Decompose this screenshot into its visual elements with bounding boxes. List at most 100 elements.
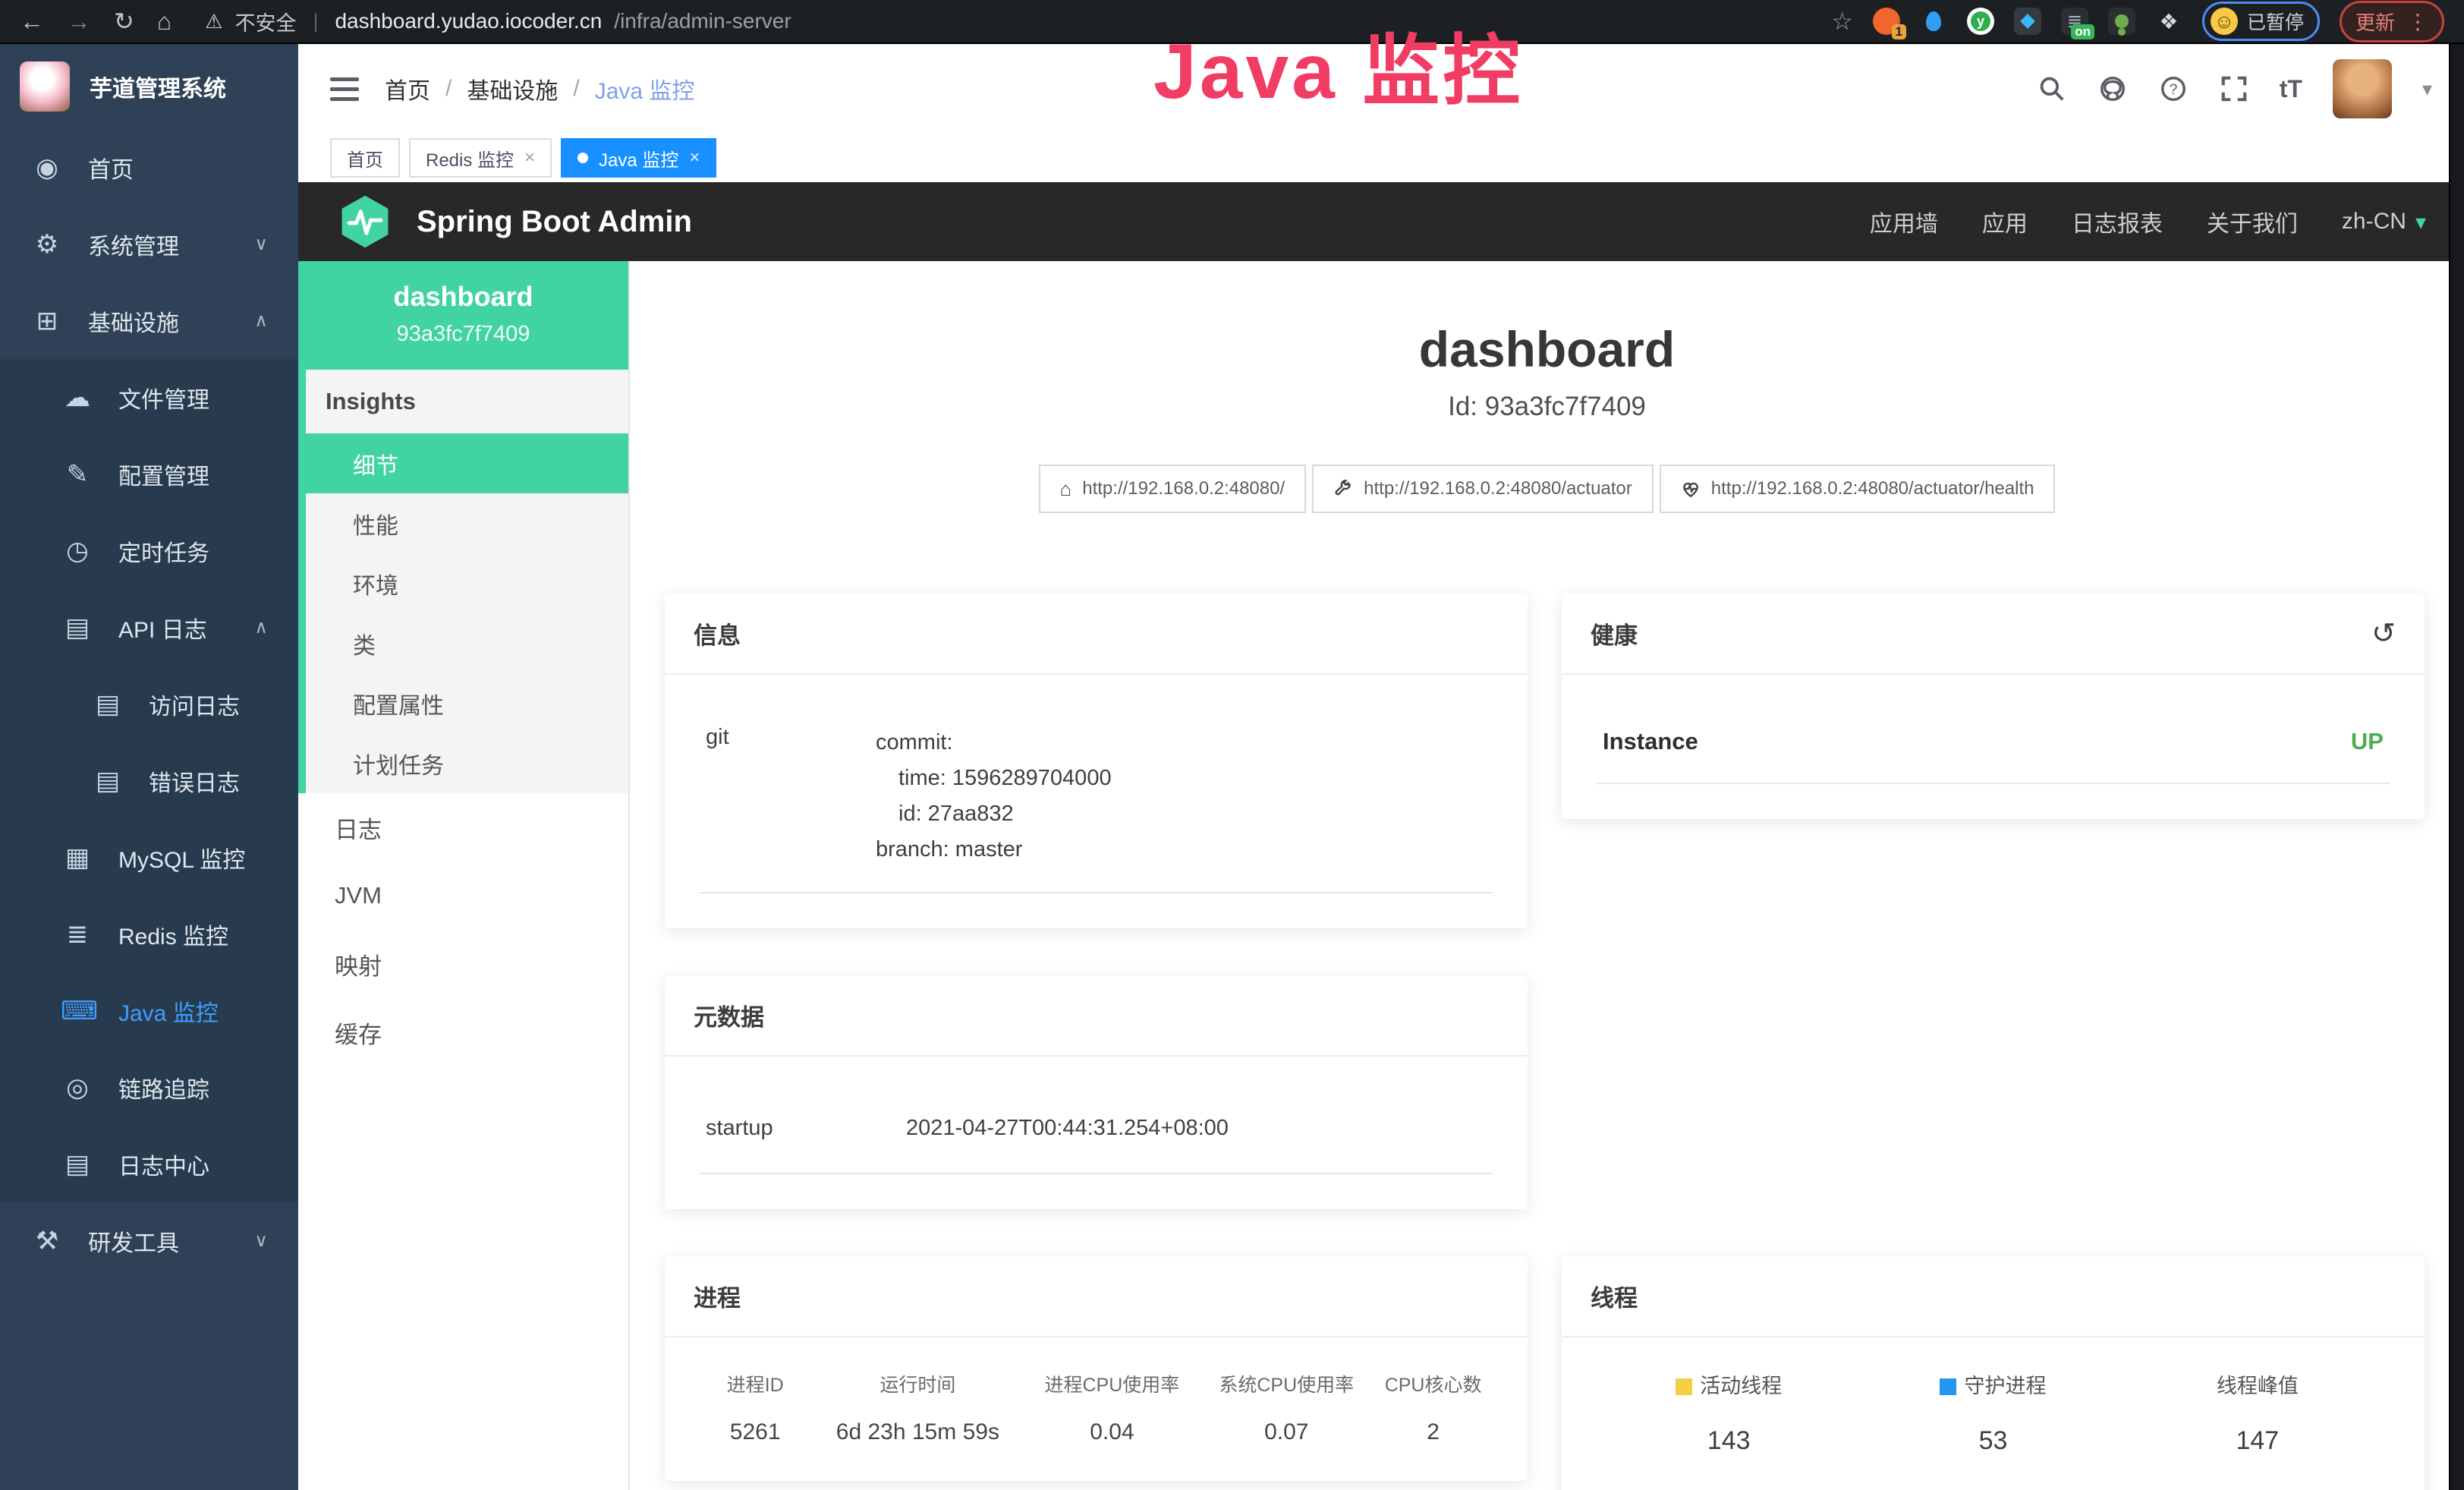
- breadcrumb-infrastructure[interactable]: 基础设施: [467, 72, 558, 106]
- sidebar-item-error-logs[interactable]: ▤ 错误日志: [0, 742, 298, 819]
- breadcrumb-home[interactable]: 首页: [385, 72, 430, 106]
- sidebar-item-scheduled-jobs[interactable]: ◷ 定时任务: [0, 512, 298, 589]
- sidebar-item-mysql-monitor[interactable]: ▦ MySQL 监控: [0, 819, 298, 896]
- url-host: dashboard.yudao.iocoder.cn: [335, 9, 602, 33]
- sidebar-item-system-mgmt[interactable]: ⚙ 系统管理 ∨: [0, 206, 298, 282]
- sba-item-metrics[interactable]: 性能: [306, 493, 628, 553]
- log-icon: ▤: [91, 689, 124, 720]
- update-label: 更新: [2355, 8, 2395, 36]
- tab-java-monitor[interactable]: Java 监控 ×: [561, 138, 716, 178]
- application-id: 93a3fc7f7409: [309, 322, 618, 347]
- github-icon[interactable]: [2097, 74, 2128, 104]
- sba-nav-applications[interactable]: 应用: [1982, 205, 2028, 238]
- threads-card: 线程 活动线程 143 守护进程 53: [1562, 1256, 2425, 1490]
- sba-selected-application[interactable]: dashboard 93a3fc7f7409: [298, 261, 628, 370]
- sba-item-scheduled-tasks[interactable]: 计划任务: [306, 733, 628, 793]
- close-icon[interactable]: ×: [524, 147, 535, 169]
- active-dot-icon: [577, 153, 588, 163]
- sidebar-item-label: 文件管理: [118, 381, 209, 414]
- extension-grid-icon[interactable]: [2014, 8, 2041, 35]
- extension-person-icon[interactable]: [2108, 8, 2135, 35]
- server-icon: ▦: [61, 843, 94, 873]
- legend-yellow-swatch: [1676, 1378, 1692, 1395]
- forward-icon[interactable]: →: [67, 9, 91, 33]
- profile-paused-chip[interactable]: ☺ 已暂停: [2202, 2, 2320, 41]
- process-card: 进程 进程ID 运行时间 进程CPU使用率 系统CPU使用率 CPU核心数: [665, 1256, 1528, 1481]
- legend-live-threads: 活动线程 143: [1597, 1369, 1861, 1456]
- help-icon[interactable]: ?: [2158, 74, 2189, 104]
- eye-icon: ◎: [61, 1073, 94, 1103]
- hamburger-icon[interactable]: [330, 77, 359, 101]
- back-icon[interactable]: ←: [20, 9, 44, 33]
- tab-home[interactable]: 首页: [330, 138, 400, 178]
- monitor-icon: ⊞: [30, 306, 64, 336]
- sidebar-item-dev-tools[interactable]: ⚒ 研发工具 ∨: [0, 1202, 298, 1279]
- sidebar-item-home[interactable]: ◉ 首页: [0, 129, 298, 206]
- sba-nav-wall[interactable]: 应用墙: [1870, 205, 1938, 238]
- sidebar-item-file-mgmt[interactable]: ☁ 文件管理: [0, 359, 298, 436]
- search-icon[interactable]: [2037, 74, 2067, 104]
- profile-emoji-icon: ☺: [2211, 8, 2238, 35]
- sidebar-item-config-mgmt[interactable]: ✎ 配置管理: [0, 436, 298, 512]
- health-card: 健康 ↺ Instance UP: [1562, 594, 2425, 819]
- avatar-caret-icon[interactable]: ▾: [2422, 77, 2432, 101]
- sba-item-mappings[interactable]: 映射: [298, 930, 628, 998]
- sba-item-jvm[interactable]: JVM: [298, 862, 628, 930]
- sba-item-details[interactable]: 细节: [306, 433, 628, 493]
- sidebar-item-redis-monitor[interactable]: ≣ Redis 监控: [0, 896, 298, 972]
- sba-nav-about[interactable]: 关于我们: [2207, 205, 2298, 238]
- browser-bar: ← → ↻ ⌂ ⚠ 不安全 | dashboard.yudao.iocoder.…: [0, 0, 2464, 44]
- breadcrumb-separator: /: [573, 76, 579, 102]
- close-icon[interactable]: ×: [689, 147, 700, 169]
- tab-redis-monitor[interactable]: Redis 监控 ×: [409, 138, 552, 178]
- extension-green-icon[interactable]: y: [1967, 8, 1994, 35]
- app-title: 芋道管理系统: [90, 70, 226, 103]
- sba-language-select[interactable]: zh-CN ▾: [2342, 209, 2426, 235]
- fullscreen-icon[interactable]: [2219, 74, 2249, 104]
- process-proc-cpu-value: 0.04: [1024, 1419, 1199, 1446]
- threads-legend: 活动线程 143 守护进程 53 线程峰值 147: [1597, 1369, 2390, 1456]
- update-button[interactable]: 更新 ⋮: [2340, 1, 2444, 43]
- page-scrollbar[interactable]: [2449, 44, 2464, 1490]
- daemon-threads-value: 53: [1861, 1426, 2125, 1456]
- log-icon: ▤: [91, 766, 124, 796]
- cloud-icon: ☁: [61, 383, 94, 413]
- sidebar-item-log-center[interactable]: ▤ 日志中心: [0, 1126, 298, 1202]
- service-url-link[interactable]: ⌂ http://192.168.0.2:48080/: [1039, 465, 1307, 513]
- bookmark-star-icon[interactable]: ☆: [1831, 7, 1853, 36]
- extension-pin-icon[interactable]: [1920, 8, 1947, 35]
- sidebar-item-java-monitor[interactable]: ⌨ Java 监控: [0, 972, 298, 1049]
- reload-icon[interactable]: ↻: [114, 9, 134, 33]
- sidebar-item-trace[interactable]: ◎ 链路追踪: [0, 1049, 298, 1126]
- sidebar-item-access-logs[interactable]: ▤ 访问日志: [0, 666, 298, 742]
- sba-item-config-props[interactable]: 配置属性: [306, 673, 628, 733]
- metadata-card: 元数据 startup 2021-04-27T00:44:31.254+08:0…: [665, 975, 1528, 1209]
- sidebar-item-label: 基础设施: [88, 304, 179, 338]
- health-instance-row[interactable]: Instance UP: [1597, 707, 2390, 784]
- text-size-icon[interactable]: tT: [2280, 75, 2302, 103]
- extension-orange-icon[interactable]: 1: [1873, 8, 1900, 35]
- actuator-url-link[interactable]: http://192.168.0.2:48080/actuator: [1312, 465, 1654, 513]
- health-url-link[interactable]: http://192.168.0.2:48080/actuator/health: [1660, 465, 2056, 513]
- git-commit-line: commit:: [876, 725, 1112, 761]
- sba-item-environment[interactable]: 环境: [306, 553, 628, 613]
- breadcrumb-separator: /: [445, 76, 452, 102]
- sba-item-classes[interactable]: 类: [306, 613, 628, 673]
- extensions-puzzle-icon[interactable]: ❖: [2155, 8, 2182, 35]
- sba-nav-journal[interactable]: 日志报表: [2072, 205, 2163, 238]
- app-logo-row[interactable]: 芋道管理系统: [0, 44, 298, 129]
- not-secure-warning-icon: ⚠: [205, 10, 222, 33]
- sidebar-item-infrastructure[interactable]: ⊞ 基础设施 ∧: [0, 282, 298, 359]
- browser-menu-icon[interactable]: ⋮: [2407, 9, 2428, 34]
- sidebar-item-api-logs[interactable]: ▤ API 日志 ∧: [0, 589, 298, 666]
- heartbeat-icon: [1681, 479, 1701, 499]
- address-bar[interactable]: ⚠ 不安全 | dashboard.yudao.iocoder.cn /infr…: [205, 7, 1808, 36]
- extension-list-icon[interactable]: ≣ on: [2061, 8, 2088, 35]
- sidebar-item-label: Redis 监控: [118, 918, 228, 951]
- app-sidebar: 芋道管理系统 ◉ 首页 ⚙ 系统管理 ∨ ⊞ 基础设施 ∧ ☁ 文件管理: [0, 44, 298, 1490]
- sba-item-caches[interactable]: 缓存: [298, 998, 628, 1066]
- home-icon[interactable]: ⌂: [157, 9, 172, 33]
- sba-item-logs[interactable]: 日志: [298, 793, 628, 862]
- history-icon[interactable]: ↺: [2371, 616, 2396, 650]
- user-avatar[interactable]: [2333, 59, 2392, 118]
